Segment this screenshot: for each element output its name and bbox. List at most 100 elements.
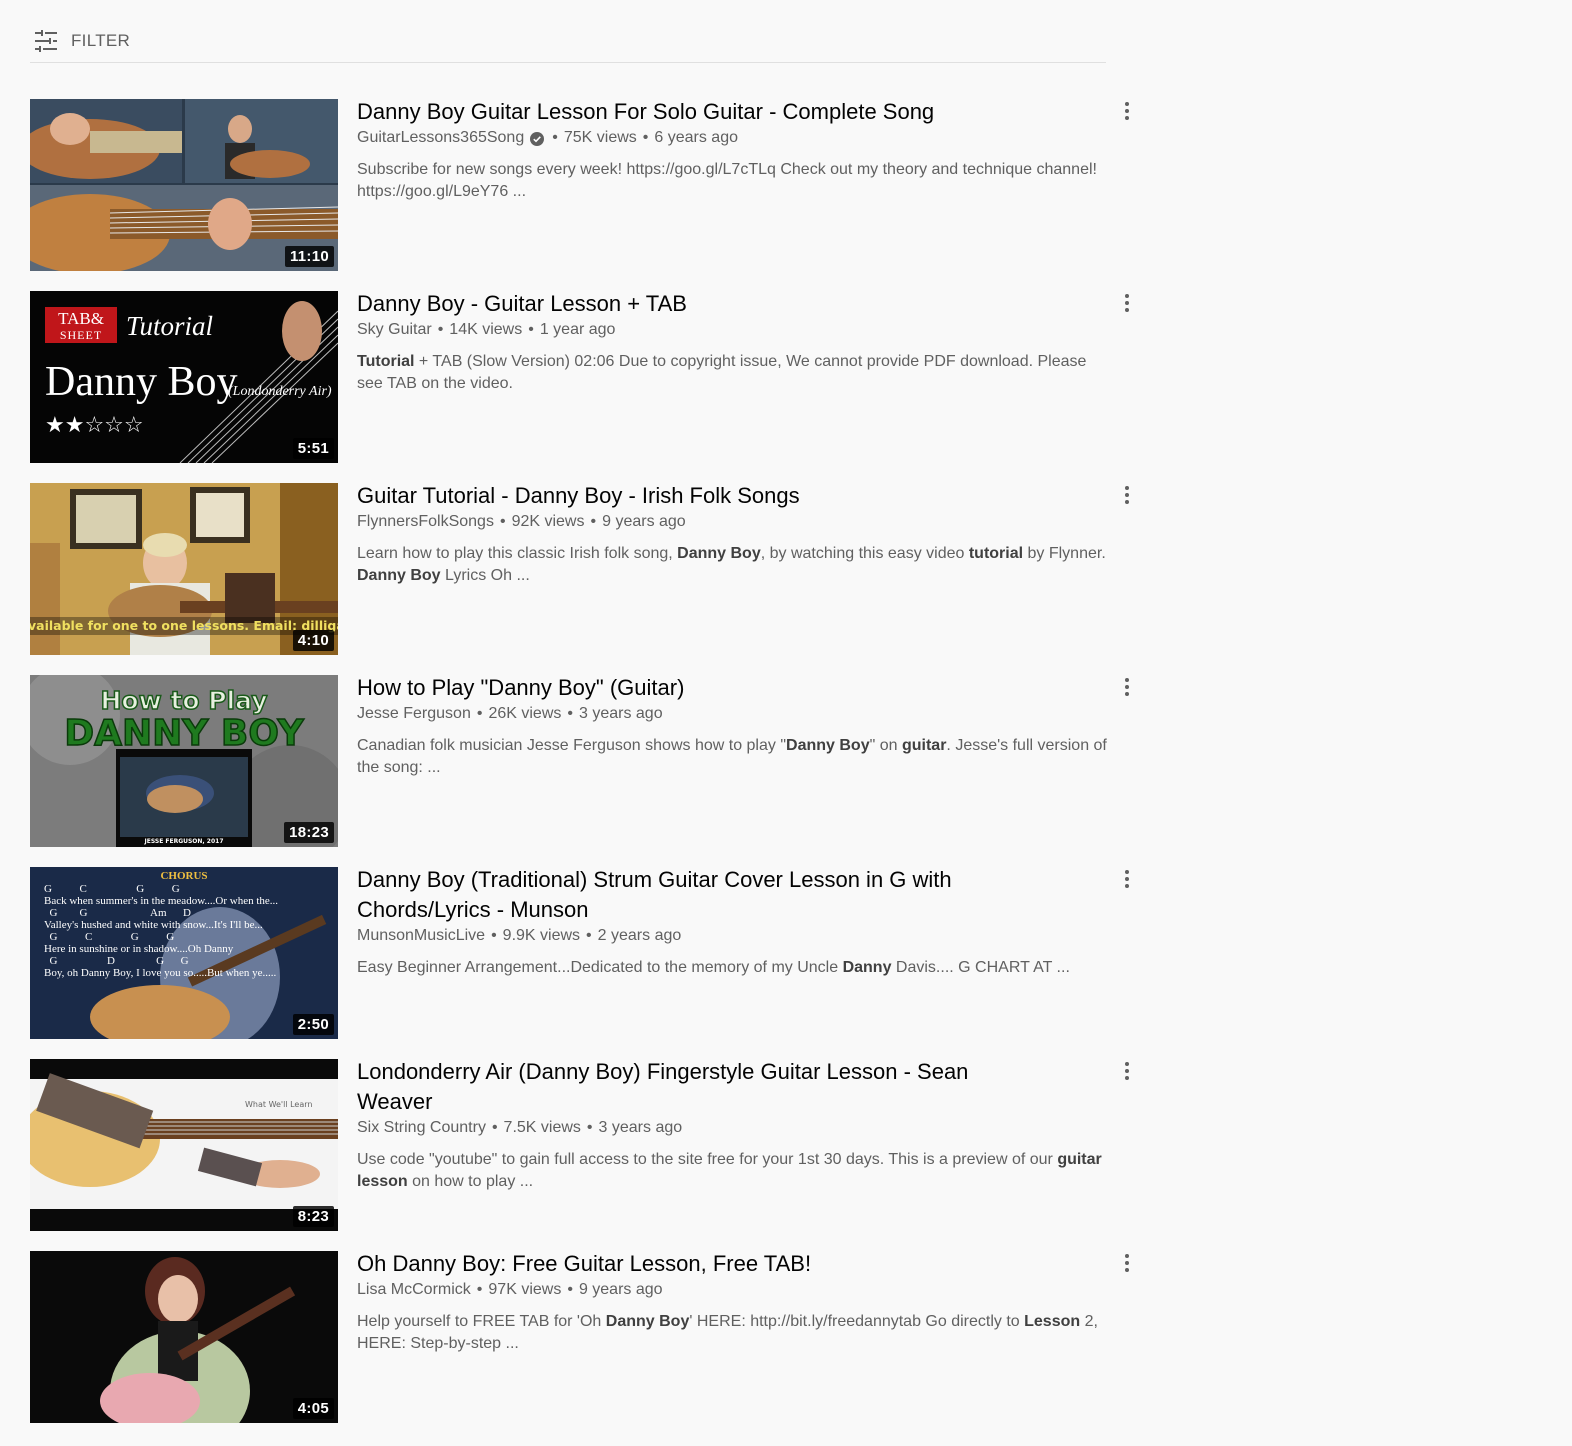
video-title[interactable]: Danny Boy - Guitar Lesson + TAB [357, 289, 997, 319]
description-text: Lyrics Oh ... [440, 567, 530, 584]
filter-label: FILTER [71, 31, 131, 50]
video-meta: Lisa McCormick • 97K views • 9 years ago [357, 1279, 1107, 1301]
video-description: Canadian folk musician Jesse Ferguson sh… [357, 735, 1107, 779]
upload-age: 1 year ago [539, 321, 616, 338]
results-list: 11:10 Danny Boy Guitar Lesson For Solo G… [30, 97, 1129, 1443]
thumb-lyrics-line: Back when summer's in the meadow....Or w… [44, 895, 278, 907]
thumb-headline: DANNY BOY [64, 713, 304, 754]
channel-name[interactable]: Six String Country [357, 1117, 486, 1139]
video-result: CHORUS G C G G Back when summer's in the… [30, 865, 1129, 1039]
meta-separator: • [491, 1119, 498, 1136]
video-thumbnail[interactable]: 4:05 [30, 1251, 338, 1423]
channel-name[interactable]: GuitarLessons365Song [357, 127, 524, 149]
more-actions-icon[interactable] [1115, 1059, 1139, 1083]
description-highlight: Danny Boy [786, 737, 870, 754]
description-text: Subscribe for new songs every week! http… [357, 161, 1097, 200]
video-info: Danny Boy Guitar Lesson For Solo Guitar … [338, 97, 1129, 271]
description-text: Easy Beginner Arrangement...Dedicated to… [357, 959, 843, 976]
thumbnail-image: CHORUS G C G G Back when summer's in the… [30, 867, 338, 1039]
channel-name[interactable]: Lisa McCormick [357, 1279, 471, 1301]
thumb-lyrics-line: Valley's hushed and white with snow...It… [44, 919, 263, 931]
video-description: Help yourself to FREE TAB for 'Oh Danny … [357, 1311, 1107, 1355]
description-highlight: Danny Boy [605, 1313, 690, 1330]
thumb-song-text: Danny Boy [45, 359, 238, 405]
thumb-lyrics-line: Here in sunshine or in shadow....Oh Dann… [44, 943, 234, 955]
thumb-lyrics-line: G D G G [44, 955, 189, 967]
video-info: How to Play "Danny Boy" (Guitar) Jesse F… [338, 673, 1129, 847]
thumb-headline: How to Play [100, 686, 267, 715]
view-count: 97K views [488, 1281, 562, 1298]
description-text: by Flynner. [1023, 545, 1106, 562]
video-thumbnail[interactable]: How to Play DANNY BOY JESSE FERGUSON, 20… [30, 675, 338, 847]
video-info: Danny Boy (Traditional) Strum Guitar Cov… [338, 865, 1129, 1039]
more-actions-icon[interactable] [1115, 483, 1139, 507]
thumb-lyrics-line: G G Am D [44, 907, 191, 919]
video-duration: 11:10 [284, 246, 334, 267]
view-count: 92K views [511, 513, 585, 530]
video-meta: Jesse Ferguson • 26K views • 3 years ago [357, 703, 1107, 725]
upload-age: 2 years ago [597, 927, 682, 944]
video-title[interactable]: How to Play "Danny Boy" (Guitar) [357, 673, 997, 703]
video-meta: MunsonMusicLive • 9.9K views • 2 years a… [357, 925, 1107, 947]
upload-age: 9 years ago [578, 1281, 663, 1298]
channel-name[interactable]: FlynnersFolkSongs [357, 511, 494, 533]
more-actions-icon[interactable] [1115, 99, 1139, 123]
video-meta: GuitarLessons365Song • 75K views • 6 yea… [357, 127, 1107, 149]
description-text: ' HERE: http://bit.ly/freedannytab Go di… [689, 1313, 1025, 1330]
channel-name[interactable]: Sky Guitar [357, 319, 432, 341]
video-description: Use code "youtube" to gain full access t… [357, 1149, 1107, 1193]
video-duration: 5:51 [292, 438, 334, 459]
thumb-stars: ★★☆☆☆ [45, 413, 144, 438]
video-description: Subscribe for new songs every week! http… [357, 159, 1107, 203]
view-count: 7.5K views [503, 1119, 581, 1136]
video-title[interactable]: Londonderry Air (Danny Boy) Fingerstyle … [357, 1057, 997, 1117]
video-duration: 2:50 [292, 1014, 334, 1035]
thumb-tutorial-text: Tutorial [126, 311, 213, 341]
video-thumbnail[interactable]: 11:10 [30, 99, 338, 271]
meta-separator: • [567, 1281, 573, 1298]
video-info: Londonderry Air (Danny Boy) Fingerstyle … [338, 1057, 1129, 1231]
channel-name[interactable]: Jesse Ferguson [357, 703, 471, 725]
thumb-label: What We'll Learn [245, 1100, 312, 1109]
search-results-page: FILTER 11:10 Danny Boy Guitar Lesson For… [0, 0, 1572, 1446]
meta-separator: • [499, 513, 506, 530]
filter-button[interactable]: FILTER [30, 21, 130, 61]
video-result: How to Play DANNY BOY JESSE FERGUSON, 20… [30, 673, 1129, 847]
description-text: Canadian folk musician Jesse Ferguson sh… [357, 737, 787, 754]
description-text: on how to play ... [407, 1173, 534, 1190]
meta-separator: • [586, 1119, 593, 1136]
more-actions-icon[interactable] [1115, 867, 1139, 891]
video-description: Learn how to play this classic Irish fol… [357, 543, 1107, 587]
video-info: Oh Danny Boy: Free Guitar Lesson, Free T… [338, 1249, 1129, 1423]
video-title[interactable]: Danny Boy Guitar Lesson For Solo Guitar … [357, 97, 997, 127]
upload-age: 6 years ago [654, 129, 738, 146]
description-highlight: Danny [842, 959, 892, 976]
video-duration: 4:05 [292, 1398, 334, 1419]
meta-separator: • [642, 129, 649, 146]
video-result: What We'll Learn 8:23 Londonderry Air (D… [30, 1057, 1129, 1231]
meta-separator: • [567, 705, 573, 722]
description-highlight: Tutorial [357, 353, 415, 370]
more-actions-icon[interactable] [1115, 675, 1139, 699]
thumb-chorus-label: CHORUS [160, 870, 207, 882]
video-title[interactable]: Danny Boy (Traditional) Strum Guitar Cov… [357, 865, 997, 925]
video-thumbnail[interactable]: CHORUS G C G G Back when summer's in the… [30, 867, 338, 1039]
video-thumbnail[interactable]: vailable for one to one lessons. Email: … [30, 483, 338, 655]
video-description: Tutorial + TAB (Slow Version) 02:06 Due … [357, 351, 1107, 395]
meta-separator: • [528, 321, 534, 338]
view-count: 75K views [563, 129, 637, 146]
video-title[interactable]: Oh Danny Boy: Free Guitar Lesson, Free T… [357, 1249, 997, 1279]
more-actions-icon[interactable] [1115, 1251, 1139, 1275]
channel-name[interactable]: MunsonMusicLive [357, 925, 485, 947]
video-thumbnail[interactable]: TAB& SHEET Tutorial Danny Boy (Londonder… [30, 291, 338, 463]
thumb-badge-text: SHEET [60, 328, 102, 342]
video-info: Danny Boy - Guitar Lesson + TAB Sky Guit… [338, 289, 1129, 463]
thumb-badge-text: TAB& [58, 309, 104, 328]
thumb-sub-text: (Londonderry Air) [228, 384, 332, 399]
video-thumbnail[interactable]: What We'll Learn 8:23 [30, 1059, 338, 1231]
description-text: Learn how to play this classic Irish fol… [357, 545, 678, 562]
more-actions-icon[interactable] [1115, 291, 1139, 315]
upload-age: 3 years ago [578, 705, 663, 722]
video-title[interactable]: Guitar Tutorial - Danny Boy - Irish Folk… [357, 481, 997, 511]
thumb-credit: JESSE FERGUSON, 2017 [143, 838, 223, 845]
